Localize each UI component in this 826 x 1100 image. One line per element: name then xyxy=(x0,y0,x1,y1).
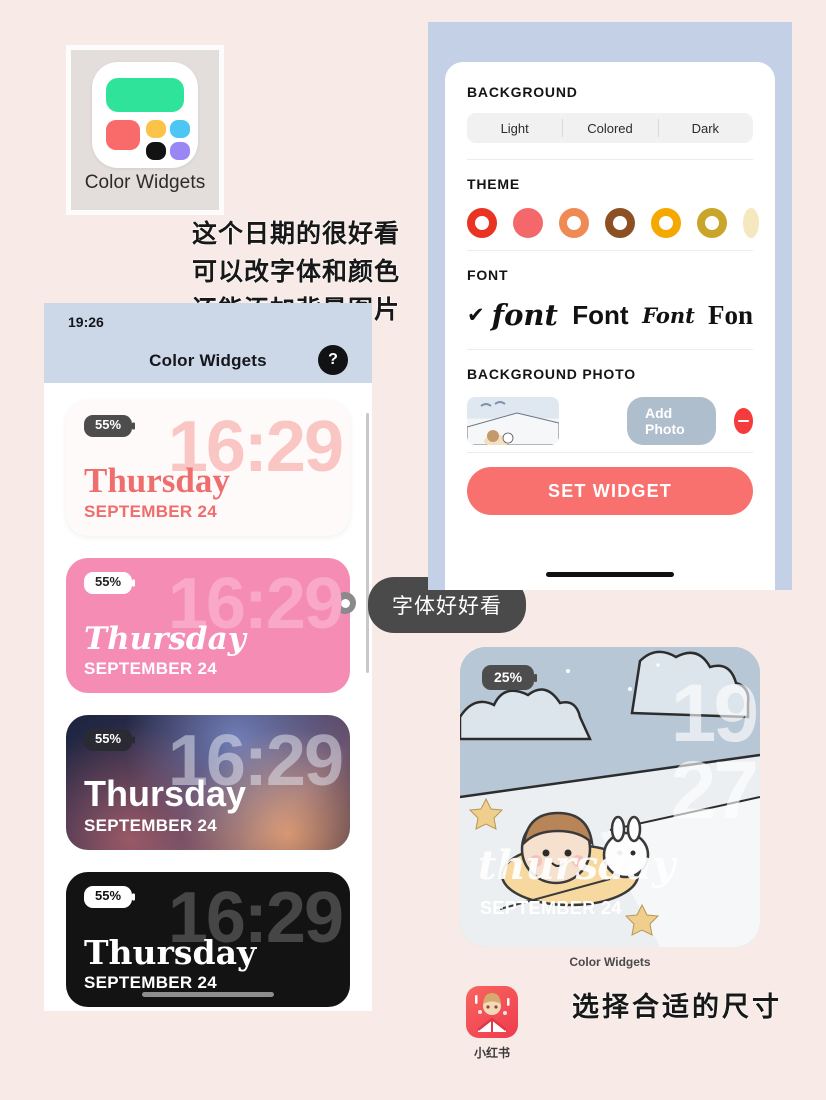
background-photo-section-title: BACKGROUND PHOTO xyxy=(467,366,636,382)
background-segmented-control[interactable]: Light Colored Dark xyxy=(467,113,753,143)
battery-badge: 25% xyxy=(482,665,535,690)
widget-weekday: Thursday xyxy=(84,933,257,972)
widget-date: SEPTEMBER 24 xyxy=(84,973,218,992)
xiaohongshu-app-label: 小红书 xyxy=(473,1046,510,1060)
settings-screenshot-right: BACKGROUND Light Colored Dark THEME FONT… xyxy=(428,22,792,590)
theme-swatch-orange[interactable] xyxy=(559,208,589,238)
font-option-serif[interactable]: Fon xyxy=(708,300,753,331)
app-icon-tile[interactable]: Color Widgets xyxy=(66,45,224,215)
phone-screenshot-left: 19:26 Color Widgets ? 55% 16:29 Thursday… xyxy=(44,303,372,1011)
phone-status-bar: 19:26 Color Widgets ? xyxy=(44,303,372,383)
theme-swatch-row[interactable] xyxy=(467,204,759,242)
theme-swatch-amber[interactable] xyxy=(651,208,681,238)
widget-time-hours: 19 xyxy=(670,668,759,759)
annotation-line-2: 可以改字体和颜色 xyxy=(191,256,401,286)
battery-badge: 55% xyxy=(84,572,133,594)
widget-date: SEPTEMBER 24 xyxy=(84,659,218,678)
font-option-script-alt[interactable]: Font xyxy=(642,303,695,328)
widget-preview-black[interactable]: 55% 16:29 Thursday SEPTEMBER 24 xyxy=(66,872,350,1007)
background-photo-row: Add Photo xyxy=(467,394,753,448)
widget-weekday: Thursday xyxy=(84,461,230,500)
segment-light[interactable]: Light xyxy=(467,113,562,143)
help-icon[interactable]: ? xyxy=(318,345,348,375)
widget-weekday: Thursday xyxy=(84,621,246,657)
widget-date: SEPTEMBER 24 xyxy=(480,898,622,918)
settings-card: BACKGROUND Light Colored Dark THEME FONT… xyxy=(445,62,775,590)
widget-date: SEPTEMBER 24 xyxy=(84,502,218,521)
background-section-title: BACKGROUND xyxy=(467,84,578,100)
segment-dark[interactable]: Dark xyxy=(657,113,753,143)
widget-list: 55% 16:29 Thursday SEPTEMBER 24 55% 16:2… xyxy=(44,383,372,1011)
icon-purple-square xyxy=(170,142,190,160)
theme-swatch-olive[interactable] xyxy=(697,208,727,238)
battery-badge: 55% xyxy=(84,729,133,751)
annotation-line-1: 这个日期的很好看 xyxy=(191,218,401,248)
page-root: Color Widgets 这个日期的很好看 可以改字体和颜色 还能添加背景图片… xyxy=(0,0,826,1100)
widget-weekday: thursday xyxy=(478,842,676,889)
set-widget-button[interactable]: SET WIDGET xyxy=(467,467,753,515)
icon-blue-square xyxy=(170,120,190,138)
theme-swatch-cream[interactable] xyxy=(743,208,759,238)
theme-swatch-coral-selected[interactable] xyxy=(513,208,543,238)
segment-colored[interactable]: Colored xyxy=(562,113,657,143)
theme-section-title: THEME xyxy=(467,176,520,192)
xiaohongshu-app-icon[interactable] xyxy=(466,986,518,1038)
widget-preview-pink[interactable]: 55% 16:29 Thursday SEPTEMBER 24 xyxy=(66,558,350,693)
large-widget-caption: Color Widgets xyxy=(569,955,651,969)
background-photo-thumbnail[interactable] xyxy=(467,397,559,445)
widget-preview-light[interactable]: 55% 16:29 Thursday SEPTEMBER 24 xyxy=(66,401,350,536)
widget-weekday: Thursday xyxy=(84,773,247,814)
annotation-line-4: 选择合适的尺寸 xyxy=(571,991,782,1023)
theme-swatch-brown[interactable] xyxy=(605,208,635,238)
icon-yellow-square xyxy=(146,120,166,138)
widget-preview-gradient[interactable]: 55% 16:29 Thursday SEPTEMBER 24 xyxy=(66,715,350,850)
theme-swatch-red[interactable] xyxy=(467,208,497,238)
icon-red-square xyxy=(106,120,140,150)
font-option-script[interactable]: font xyxy=(492,298,558,332)
widget-date: SEPTEMBER 24 xyxy=(84,816,218,835)
home-indicator xyxy=(546,572,674,577)
large-widget-preview[interactable]: 25% 19 27 thursday SEPTEMBER 24 xyxy=(460,647,760,947)
icon-green-bar xyxy=(106,78,184,112)
font-option-row[interactable]: ✔ font Font Font Fon xyxy=(467,291,753,339)
color-widgets-app-icon[interactable] xyxy=(92,62,198,168)
remove-photo-button[interactable] xyxy=(733,408,753,434)
battery-badge: 55% xyxy=(84,415,133,437)
app-icon-label: Color Widgets xyxy=(84,172,206,193)
check-icon: ✔ xyxy=(467,303,485,327)
icon-black-square xyxy=(146,142,166,160)
widget-time: 19 27 xyxy=(670,668,759,837)
battery-badge: 55% xyxy=(84,886,133,908)
font-option-bold[interactable]: Font xyxy=(572,300,628,331)
scrollbar[interactable] xyxy=(366,413,369,673)
divider xyxy=(467,452,753,453)
widget-time-minutes: 27 xyxy=(670,745,759,837)
font-section-title: FONT xyxy=(467,267,509,283)
status-bar-time: 19:26 xyxy=(68,314,104,330)
add-photo-button[interactable]: Add Photo xyxy=(627,397,716,445)
